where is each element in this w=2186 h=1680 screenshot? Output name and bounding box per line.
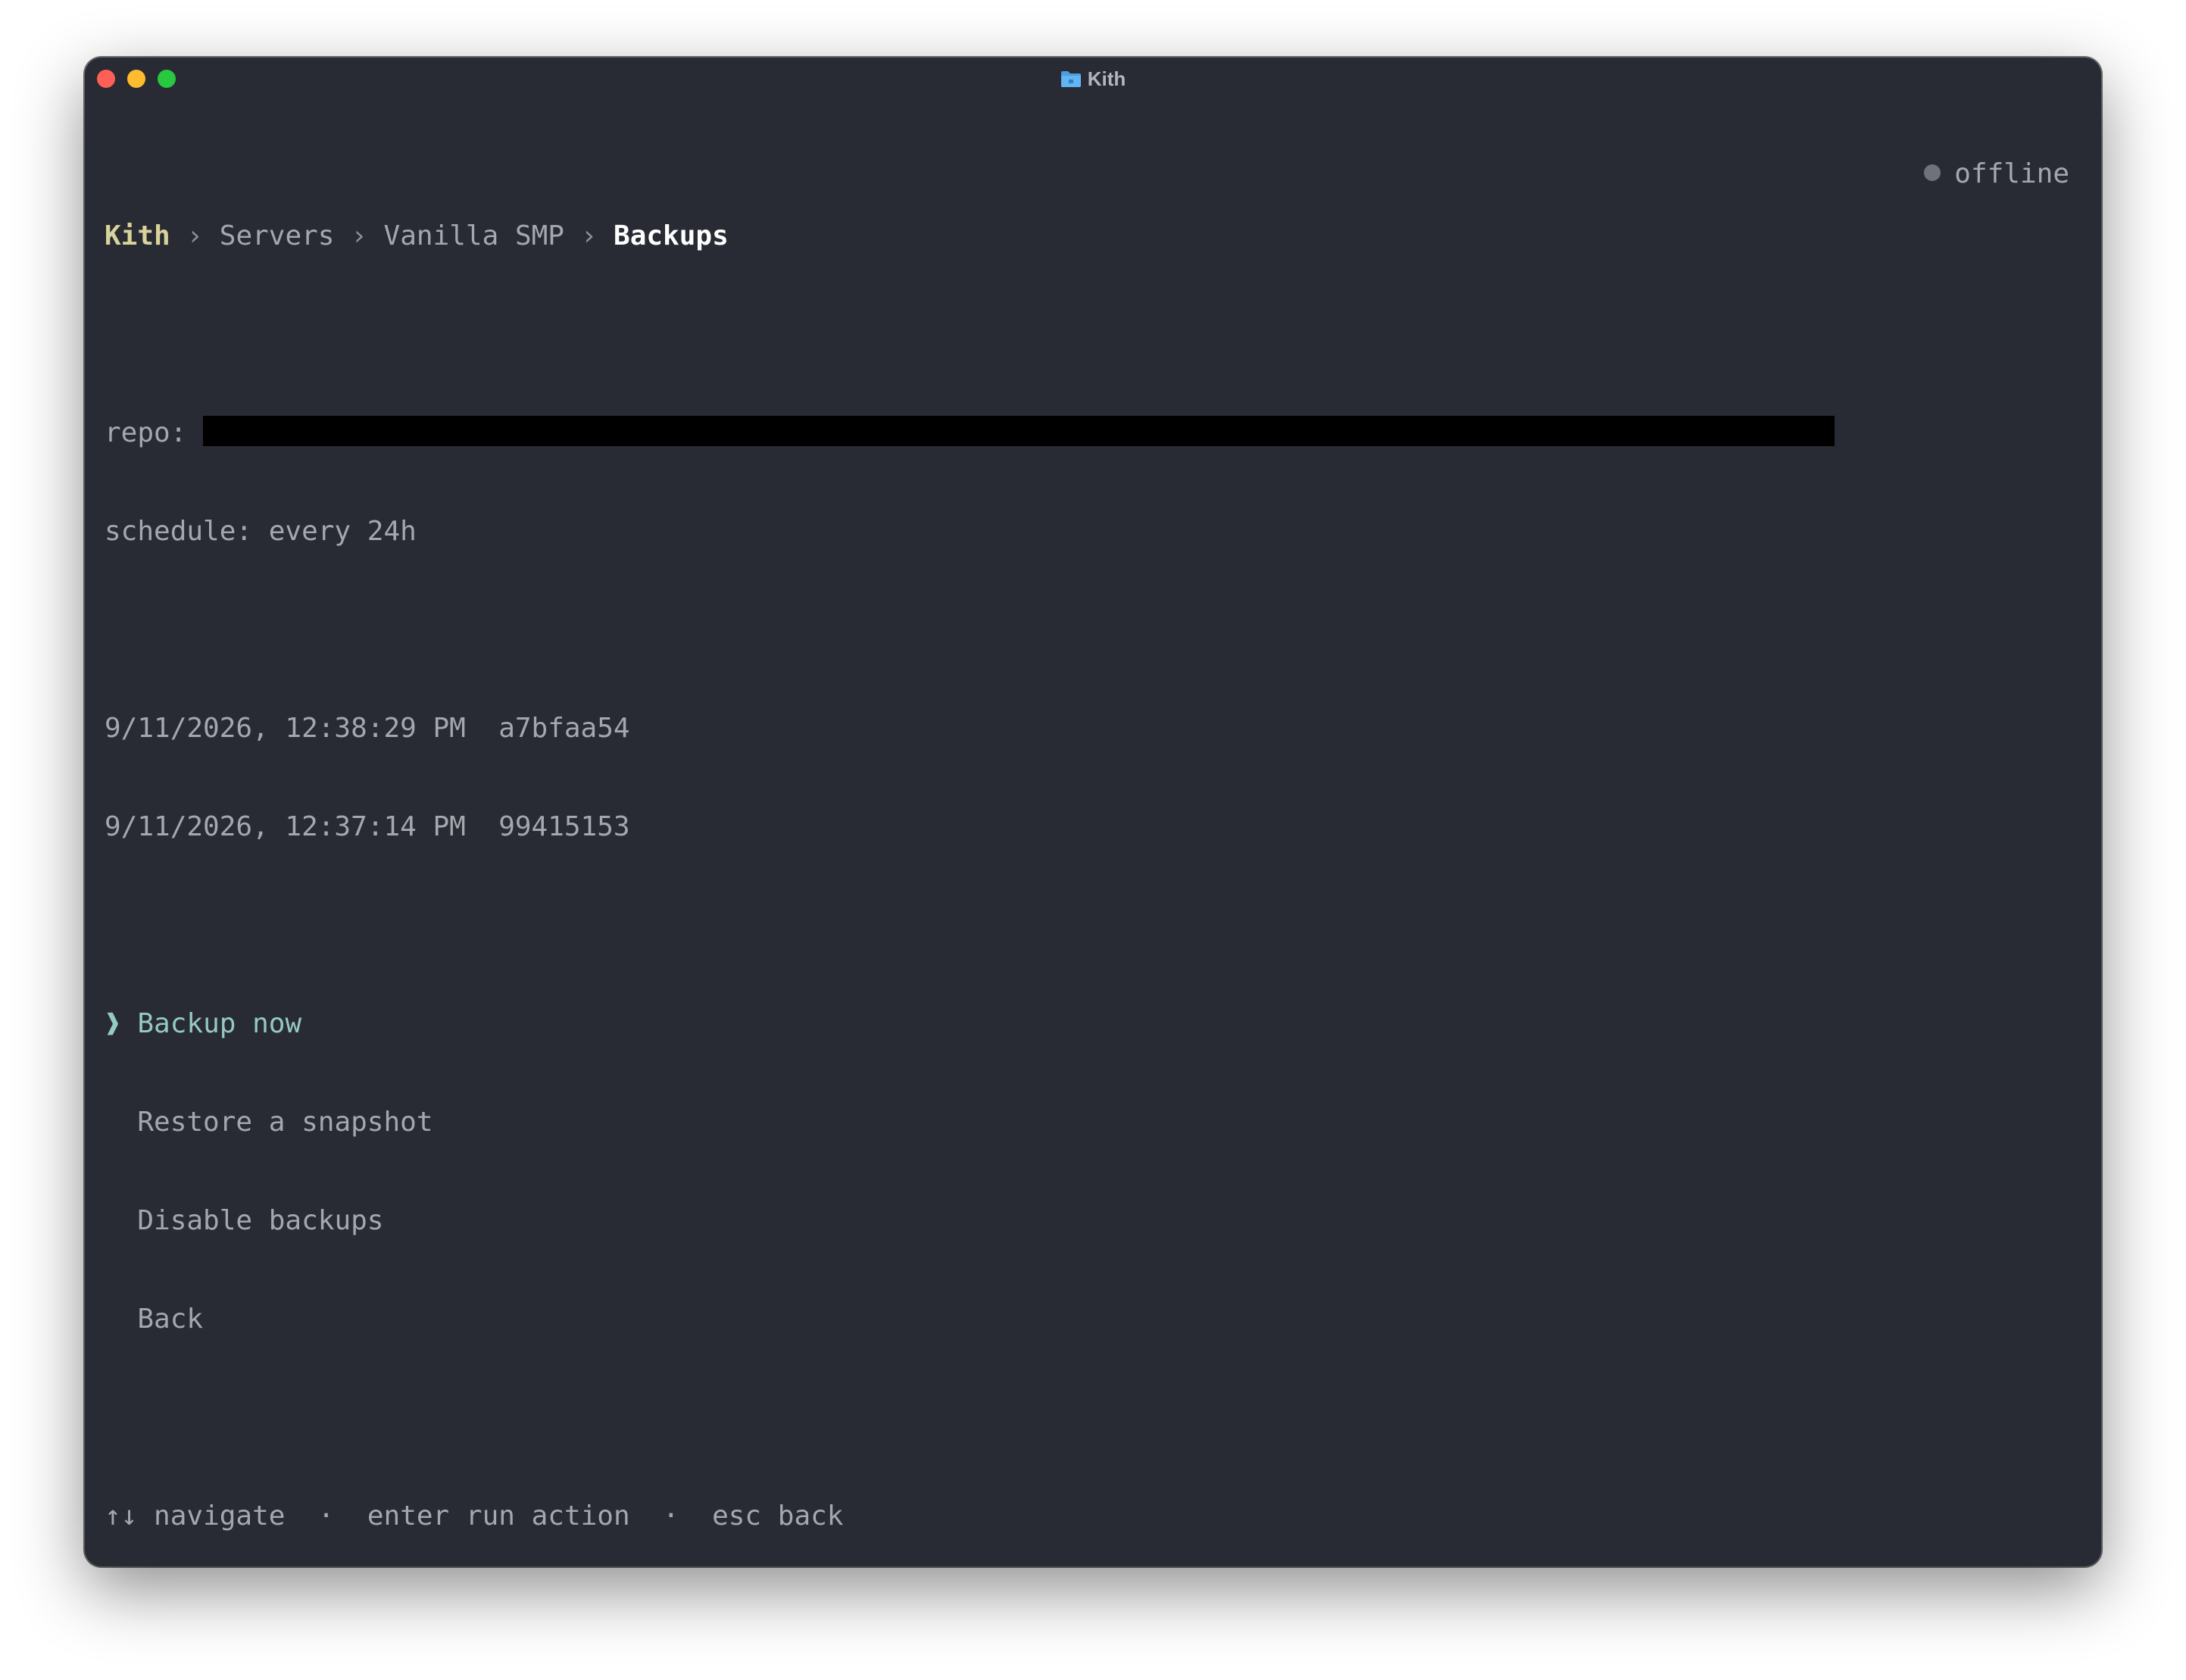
menu-item-label: Backup now — [137, 1008, 302, 1039]
repo-label: repo: — [105, 417, 187, 448]
schedule-line: schedule: every 24h — [105, 516, 417, 547]
breadcrumb-root[interactable]: Kith — [105, 220, 170, 251]
arrows-icon: ↑↓ — [105, 1500, 138, 1532]
window-title: Kith — [85, 65, 2101, 95]
menu-item-disable-backups[interactable]: Disable backups — [105, 1203, 1835, 1239]
breadcrumb-separator: › — [351, 220, 367, 251]
repo-line: repo: — [105, 415, 1835, 451]
help-esc-key: esc — [712, 1500, 762, 1532]
breadcrumb-separator: › — [580, 220, 598, 251]
status-label: offline — [1954, 158, 2069, 189]
menu-item-restore-snapshot[interactable]: Restore a snapshot — [105, 1104, 1835, 1141]
menu-item-back[interactable]: Back — [105, 1301, 1835, 1338]
snapshot-id: a7bfaa54 — [498, 713, 630, 744]
selection-cursor-icon: ❱ — [105, 1008, 121, 1039]
snapshot-row: 9/11/2026, 12:37:14 PM 99415153 — [105, 809, 1835, 845]
breadcrumb-current: Backups — [614, 220, 729, 251]
breadcrumb: Kith › Servers › Vanilla SMP › Backups — [105, 218, 1835, 254]
help-bar: ↑↓ navigate · enter run action · esc bac… — [105, 1498, 1835, 1535]
menu-item-label: Restore a snapshot — [137, 1107, 433, 1138]
connection-status: offline — [1924, 156, 2069, 192]
terminal-window: Kith Kith › Servers › Vanilla SMP › Back… — [85, 58, 2101, 1566]
help-enter-action: run action — [465, 1500, 630, 1532]
menu-item-backup-now[interactable]: ❱ Backup now — [105, 1006, 1835, 1042]
snapshot-timestamp: 9/11/2026, 12:37:14 PM — [105, 811, 466, 842]
help-esc-action: back — [777, 1500, 844, 1532]
snapshot-row: 9/11/2026, 12:38:29 PM a7bfaa54 — [105, 710, 1835, 747]
menu-item-label: Disable backups — [137, 1205, 384, 1236]
breadcrumb-servers[interactable]: Servers — [220, 220, 335, 251]
window-title-text: Kith — [1087, 67, 1126, 90]
help-navigate: navigate — [154, 1500, 286, 1532]
help-separator: · — [663, 1500, 679, 1532]
breadcrumb-separator: › — [186, 220, 204, 251]
folder-icon — [1060, 67, 1082, 95]
breadcrumb-server-name[interactable]: Vanilla SMP — [384, 220, 564, 251]
redacted-repo-value — [203, 416, 1835, 446]
title-bar: Kith — [85, 58, 2101, 100]
status-dot-icon — [1924, 164, 1941, 181]
terminal-content: Kith › Servers › Vanilla SMP › Backups r… — [105, 156, 1835, 1566]
snapshot-timestamp: 9/11/2026, 12:38:29 PM — [105, 713, 466, 744]
help-enter-key: enter — [367, 1500, 450, 1532]
help-separator: · — [317, 1500, 335, 1532]
menu-item-label: Back — [137, 1304, 204, 1335]
snapshot-id: 99415153 — [498, 811, 630, 842]
